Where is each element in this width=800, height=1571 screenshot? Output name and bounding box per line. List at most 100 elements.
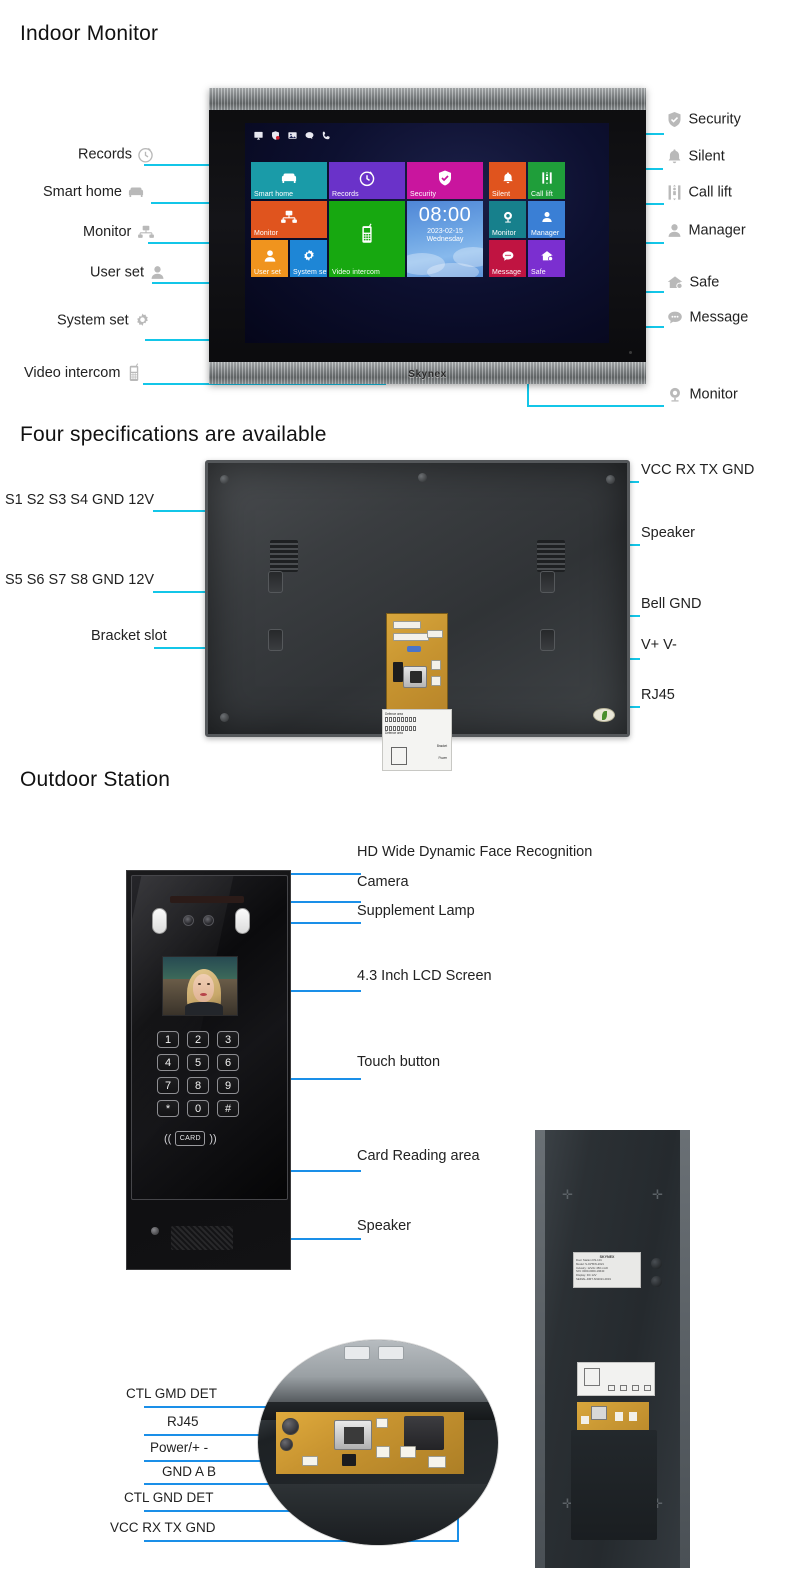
tile-grid: Smart home Records Security Monitor Vide… bbox=[251, 162, 565, 277]
spec-label-vcc-rx-tx-gnd: VCC RX TX GND bbox=[641, 462, 755, 478]
connector-s1-s4 bbox=[393, 621, 421, 629]
callout-label-monitor-left: Monitor bbox=[83, 224, 132, 241]
tile-clock[interactable]: 08:00 2023-02-15 Wednesday bbox=[407, 201, 483, 277]
key-4[interactable]: 4 bbox=[157, 1054, 179, 1071]
blue-component bbox=[407, 646, 421, 652]
handset-icon bbox=[129, 363, 139, 382]
outdoor-label-lcd: 4.3 Inch LCD Screen bbox=[357, 968, 492, 984]
indoor-monitor-back-panel: Defence area Defence area Bracket Power bbox=[205, 460, 630, 771]
card-label: CARD bbox=[175, 1131, 206, 1146]
connector-v-plus-minus bbox=[431, 676, 441, 686]
callout-safe: Safe bbox=[665, 273, 719, 292]
key-1[interactable]: 1 bbox=[157, 1031, 179, 1048]
tile-monitor[interactable]: Monitor bbox=[251, 201, 327, 238]
key-5[interactable]: 5 bbox=[187, 1054, 209, 1071]
monitor-icon bbox=[254, 131, 263, 140]
callout-label-system-set: System set bbox=[57, 312, 129, 329]
gear-icon bbox=[303, 250, 314, 262]
tile-user-set[interactable]: User set bbox=[251, 240, 288, 277]
bracket-slot bbox=[540, 629, 555, 651]
tile-safe[interactable]: Safe bbox=[528, 240, 565, 277]
brand-logo: Skynex bbox=[408, 369, 447, 380]
handset-icon bbox=[362, 223, 372, 244]
tile-silent[interactable]: Silent bbox=[489, 162, 526, 199]
leaf-badge bbox=[593, 708, 615, 722]
face-skin bbox=[193, 974, 214, 1002]
spec-label-s5s8: S5 S6 S7 S8 GND 12V bbox=[5, 572, 155, 588]
key-2[interactable]: 2 bbox=[187, 1031, 209, 1048]
tile-video-intercom[interactable]: Video intercom bbox=[329, 201, 405, 277]
elevator-icon bbox=[541, 172, 552, 185]
tile-manager[interactable]: Manager bbox=[528, 201, 565, 238]
clock-icon bbox=[138, 147, 154, 163]
user-icon bbox=[264, 250, 275, 262]
tile-call-lift[interactable]: Call lift bbox=[528, 162, 565, 199]
rear-recess bbox=[571, 1430, 657, 1540]
elevator-icon bbox=[668, 184, 681, 201]
status-bar bbox=[253, 128, 332, 142]
detail-label-vcc-rx-tx-gnd: VCC RX TX GND bbox=[110, 1520, 216, 1535]
spec-label-v-plus-minus: V+ V- bbox=[641, 637, 677, 653]
key-6[interactable]: 6 bbox=[217, 1054, 239, 1071]
indoor-monitor-device: Skynex Smart home Records Security Monit… bbox=[209, 88, 646, 384]
supplement-lamp-right bbox=[235, 908, 250, 934]
detail-label-power: Power/+ - bbox=[150, 1440, 209, 1455]
key-star[interactable]: * bbox=[157, 1100, 179, 1117]
tile-label: Smart home bbox=[254, 191, 294, 198]
connector-s5-s8 bbox=[393, 633, 429, 641]
callout-message: Message bbox=[665, 308, 748, 327]
callout-silent: Silent bbox=[665, 147, 725, 166]
key-hash[interactable]: # bbox=[217, 1100, 239, 1117]
outdoor-label-speaker: Speaker bbox=[357, 1218, 412, 1234]
callout-manager: Manager bbox=[665, 221, 746, 240]
card-reading-area[interactable]: (( CARD )) bbox=[164, 1131, 217, 1146]
microphone-hole bbox=[151, 1227, 159, 1235]
callout-video-intercom: Video intercom bbox=[24, 362, 143, 384]
lcd-screen[interactable] bbox=[162, 956, 238, 1016]
outdoor-label-card-area: Card Reading area bbox=[357, 1148, 480, 1164]
callout-label-smart-home: Smart home bbox=[43, 184, 122, 201]
detail-label-ctl-gnd-det: CTL GND DET bbox=[124, 1490, 214, 1505]
screw bbox=[220, 475, 229, 484]
tile-monitor-side[interactable]: Monitor bbox=[489, 201, 526, 238]
key-0[interactable]: 0 bbox=[187, 1100, 209, 1117]
connector-bell-gnd bbox=[431, 660, 441, 670]
monitor-screen[interactable]: Smart home Records Security Monitor Vide… bbox=[245, 123, 609, 343]
spec-label-bell-gnd: Bell GND bbox=[641, 596, 702, 612]
tile-security[interactable]: Security bbox=[407, 162, 483, 199]
tile-system-set[interactable]: System set bbox=[290, 240, 327, 277]
callout-label-records: Records bbox=[78, 146, 132, 163]
shield-check-icon bbox=[438, 170, 452, 186]
callout-label-video-intercom: Video intercom bbox=[24, 365, 121, 382]
bezel-top bbox=[209, 88, 646, 110]
tile-smart-home[interactable]: Smart home bbox=[251, 162, 327, 199]
clock-icon bbox=[359, 171, 375, 187]
key-9[interactable]: 9 bbox=[217, 1077, 239, 1094]
sofa-icon bbox=[129, 187, 144, 197]
tile-message[interactable]: Message bbox=[489, 240, 526, 277]
callout-records: Records bbox=[78, 145, 155, 164]
rfid-wave-left-icon: (( bbox=[164, 1132, 172, 1145]
inset-relay bbox=[404, 1416, 444, 1450]
spec-label-speaker: Speaker bbox=[641, 525, 696, 541]
tile-records[interactable]: Records bbox=[329, 162, 405, 199]
bezel-bottom: Skynex bbox=[209, 362, 646, 384]
key-8[interactable]: 8 bbox=[187, 1077, 209, 1094]
manager-icon bbox=[541, 212, 552, 223]
tile-label: Call lift bbox=[531, 191, 553, 198]
tile-label: User set bbox=[254, 269, 281, 276]
key-7[interactable]: 7 bbox=[157, 1077, 179, 1094]
callout-label-user-set: User set bbox=[90, 264, 144, 281]
key-3[interactable]: 3 bbox=[217, 1031, 239, 1048]
callout-user-set: User set bbox=[90, 263, 167, 282]
keypad[interactable]: 1 2 3 4 5 6 7 8 9 * 0 # bbox=[157, 1031, 239, 1117]
inset-rj45-port bbox=[334, 1420, 372, 1450]
screw bbox=[417, 473, 427, 482]
speaker-grille bbox=[171, 1226, 233, 1250]
detail-label-gnd-a-b: GND A B bbox=[162, 1464, 217, 1479]
user-icon bbox=[152, 266, 164, 279]
callout-monitor-right: Monitor bbox=[665, 385, 738, 404]
indicator-led bbox=[629, 351, 632, 354]
shield-icon bbox=[272, 130, 280, 140]
message-icon bbox=[305, 131, 314, 139]
